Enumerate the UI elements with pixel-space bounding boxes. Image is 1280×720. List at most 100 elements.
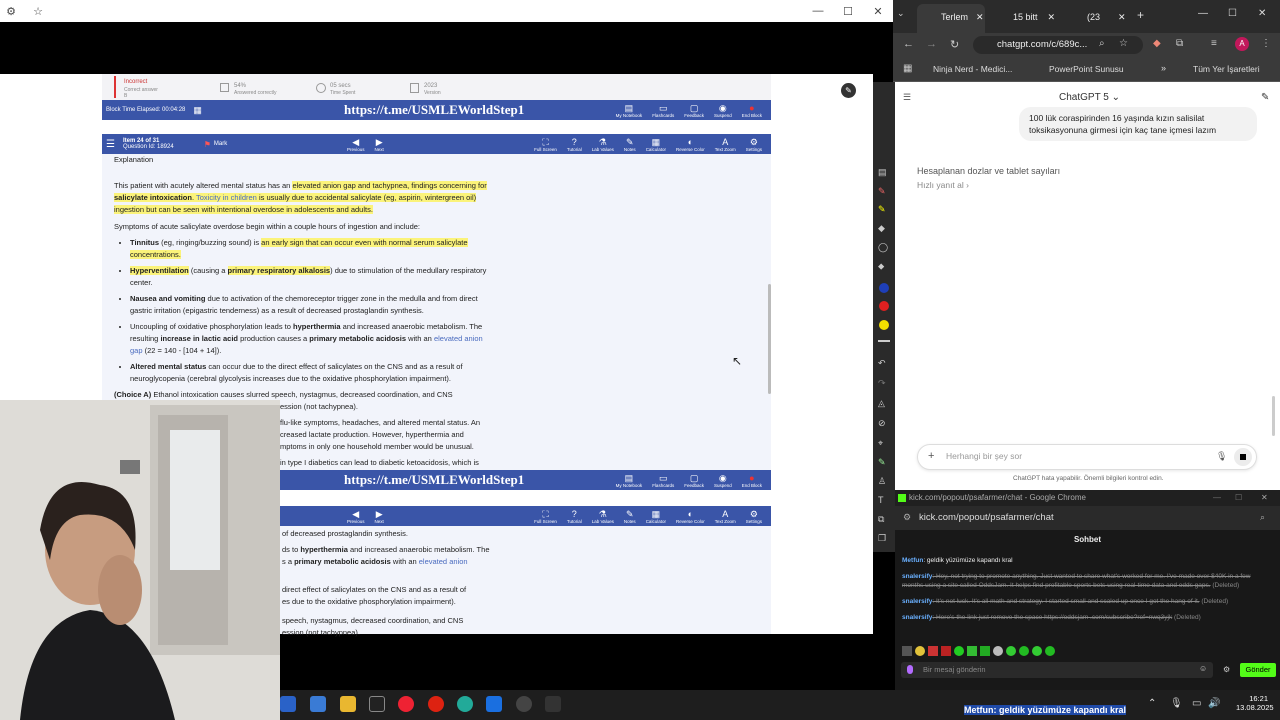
color-blue-swatch[interactable] <box>879 283 889 293</box>
settings-button-2[interactable]: ⚙ Settings <box>746 509 762 524</box>
suspend-button-2[interactable]: ◉ Suspend <box>714 473 732 488</box>
tab-close-icon[interactable]: ✕ <box>1118 12 1126 22</box>
maximize-icon[interactable]: ☐ <box>833 0 863 22</box>
emote-icon[interactable] <box>928 646 938 656</box>
flag-icon[interactable]: ⚑ <box>204 140 211 149</box>
flashcards-button[interactable]: ▭ Flashcards <box>652 103 674 118</box>
text-icon[interactable]: T <box>878 495 884 505</box>
emote-icon[interactable] <box>980 646 990 656</box>
fullscreen-button[interactable]: ⛶ Full Screen <box>534 137 557 152</box>
chrome-icon[interactable] <box>398 696 414 712</box>
opera-icon[interactable] <box>428 696 444 712</box>
text-zoom-button[interactable]: A Text Zoom <box>715 137 736 152</box>
send-button[interactable]: Gönder <box>1240 663 1276 677</box>
text-zoom-button-2[interactable]: A Text Zoom <box>715 509 736 524</box>
media-icon[interactable]: ≡ <box>1211 38 1217 49</box>
emote-icon[interactable] <box>902 646 912 656</box>
mic-icon[interactable]: 🎙 <box>1216 451 1227 462</box>
emoji-icon[interactable]: ☺ <box>1199 664 1207 673</box>
tab-1[interactable]: Terlem ✕ <box>917 4 985 33</box>
menu-icon[interactable]: ⋮ <box>1261 38 1271 49</box>
tab-3[interactable]: (23 ✕ <box>1069 4 1137 32</box>
forward-icon[interactable]: → <box>926 38 937 50</box>
obs-icon[interactable] <box>516 696 532 712</box>
chat-input[interactable]: Herhangi bir şey sor <box>946 451 1022 461</box>
emote-icon[interactable] <box>993 646 1003 656</box>
folder-icon[interactable] <box>340 696 356 712</box>
highlighter-icon[interactable]: ✎ <box>878 204 886 215</box>
maximize-icon[interactable]: ☐ <box>1228 8 1237 19</box>
tutorial-button[interactable]: ? Tutorial <box>567 137 582 152</box>
quick-reply-link[interactable]: Hızlı yanıt al › <box>917 180 969 190</box>
chat-input[interactable]: Bir mesaj gönderin <box>923 665 986 674</box>
settings-button[interactable]: ⚙ Settings <box>746 137 762 152</box>
undo-icon[interactable]: ↶ <box>878 358 886 369</box>
kick-url[interactable]: kick.com/popout/psafarmer/chat <box>895 506 1280 530</box>
capcut-icon[interactable] <box>369 696 385 712</box>
color-yellow-swatch[interactable] <box>879 320 889 330</box>
mic-icon[interactable] <box>907 665 913 674</box>
star-icon[interactable]: ☆ <box>1119 38 1128 49</box>
flashcards-button-2[interactable]: ▭ Flashcards <box>652 473 674 488</box>
stamp-icon[interactable]: ♙ <box>878 476 886 487</box>
fill-icon[interactable]: ⬥ <box>878 261 884 272</box>
tray-clock[interactable]: 16:21 13.08.2025 <box>1236 694 1274 712</box>
close-icon[interactable]: ✕ <box>863 0 893 22</box>
previous-button[interactable]: ◀ Previous <box>347 137 365 152</box>
plus-icon[interactable]: + <box>928 450 934 462</box>
mic-icon[interactable]: 🎙 <box>1170 698 1183 709</box>
grid-icon[interactable]: ▦ <box>193 105 202 116</box>
calculator-button-2[interactable]: ▦ Calculator <box>646 509 666 524</box>
chat-input-box[interactable]: Bir mesaj gönderin ☺ <box>901 662 1213 678</box>
tab-list-icon[interactable]: ⌄ <box>897 8 911 22</box>
snipping-icon[interactable] <box>545 696 561 712</box>
shape-icon[interactable]: ◬ <box>878 398 885 409</box>
minimize-icon[interactable]: — <box>803 0 833 22</box>
zoom-icon[interactable]: ⌕ <box>1260 512 1265 523</box>
redo-icon[interactable]: ↷ <box>878 378 886 389</box>
pointer-icon[interactable]: ⌖ <box>878 438 883 449</box>
url-field[interactable]: chatgpt.com/c/689c... <box>973 36 1143 54</box>
layers-icon[interactable]: ⧉ <box>878 514 884 525</box>
tray-chevron-icon[interactable]: ⌃ <box>1148 698 1156 709</box>
lab-values-button[interactable]: ⚗ Lab Values <box>592 137 614 152</box>
end-block-button-2[interactable]: ● End Block <box>742 473 762 488</box>
emote-icon[interactable] <box>1019 646 1029 656</box>
stroke-width-icon[interactable] <box>878 340 890 342</box>
suspend-button[interactable]: ◉ Suspend <box>714 103 732 118</box>
bookmark-1[interactable]: Ninja Nerd - Medici... <box>933 64 1012 74</box>
chat-scrollbar[interactable] <box>1272 396 1275 436</box>
pen-icon[interactable]: ✎ <box>841 83 856 98</box>
search-icon[interactable]: ⌕ <box>1099 38 1105 49</box>
puzzle-icon[interactable]: ⧉ <box>1176 38 1183 49</box>
notes-button[interactable]: ✎ Notes <box>624 137 636 152</box>
emote-icon[interactable] <box>1032 646 1042 656</box>
reverse-color-button-2[interactable]: ◐ Reverse Color <box>676 509 705 524</box>
chat-settings-icon[interactable]: ⚙ <box>1223 665 1230 674</box>
pen-icon[interactable]: ✎ <box>878 186 886 197</box>
monitor-icon[interactable]: ▭ <box>1192 698 1201 709</box>
feedback-button[interactable]: ▢ Feedback <box>684 103 704 118</box>
close-icon[interactable]: ✕ <box>1258 8 1266 19</box>
chat-input-box[interactable]: + Herhangi bir şey sor 🎙 <box>917 444 1257 470</box>
emote-icon[interactable] <box>1045 646 1055 656</box>
scrollbar[interactable] <box>768 284 771 394</box>
app-icon-1[interactable] <box>310 696 326 712</box>
apps-icon[interactable]: ▦ <box>903 63 912 74</box>
new-chat-icon[interactable]: ✎ <box>1261 92 1269 103</box>
avatar[interactable]: A <box>1235 37 1249 51</box>
kick-minimize-icon[interactable]: — <box>1213 493 1221 502</box>
reload-icon[interactable]: ↻ <box>950 38 959 51</box>
next-button[interactable]: ▶ Next <box>375 137 384 152</box>
tab-close-icon[interactable]: ✕ <box>1048 12 1056 22</box>
marker-icon[interactable]: ✎ <box>878 457 886 468</box>
clear-icon[interactable]: ⊘ <box>878 418 886 429</box>
previous-button-2[interactable]: ◀ Previous <box>347 509 365 524</box>
copy-icon[interactable]: ❐ <box>878 533 886 544</box>
color-red-swatch[interactable] <box>879 301 889 311</box>
mark-label[interactable]: Mark <box>214 141 227 147</box>
emote-icon[interactable] <box>967 646 977 656</box>
notes-button-2[interactable]: ✎ Notes <box>624 509 636 524</box>
sidebar-toggle-icon[interactable]: ☰ <box>903 92 911 103</box>
feedback-button-2[interactable]: ▢ Feedback <box>684 473 704 488</box>
